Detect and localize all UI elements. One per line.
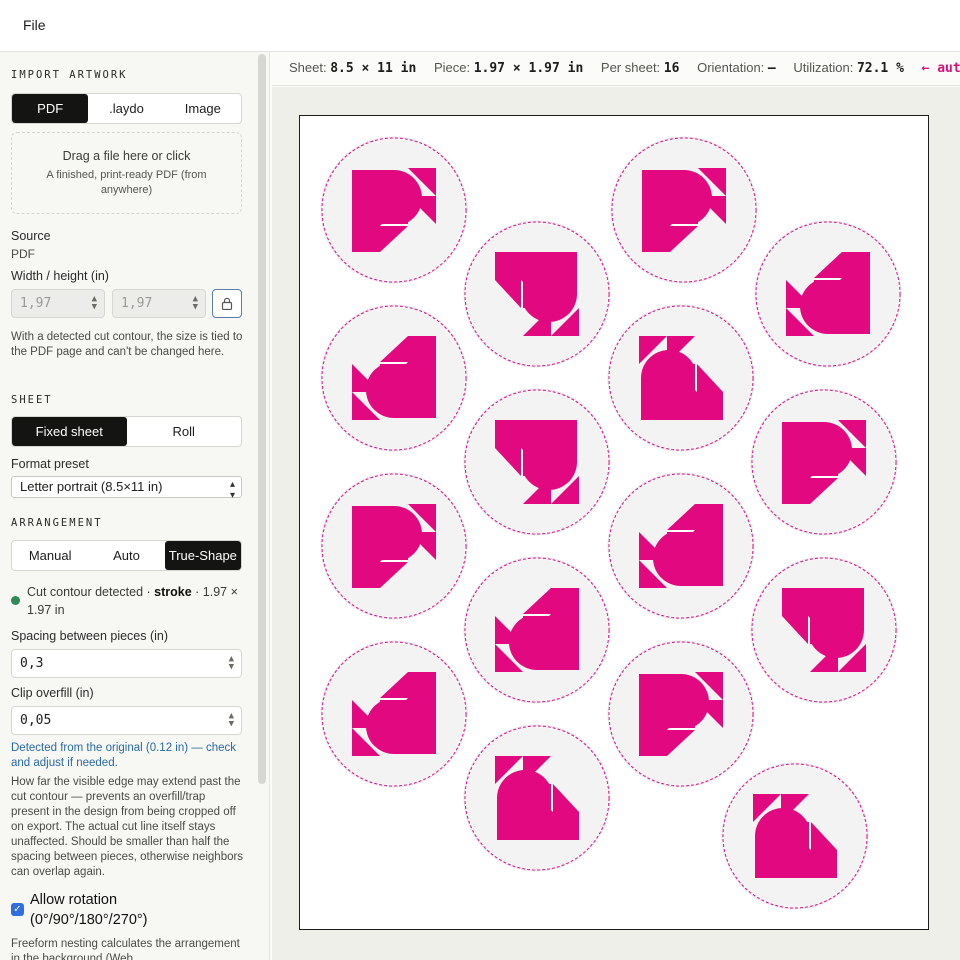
sticker-piece[interactable] [320,640,468,788]
tab-auto[interactable]: Auto [88,541,164,570]
width-value: 1,97 [20,296,52,311]
spacing-stepper-icon[interactable]: ▲ ▼ [229,655,234,672]
tab-laydo[interactable]: .laydo [88,94,164,123]
sticker-piece[interactable] [463,724,611,872]
sheet-info-value: 8.5 × 11 in [330,61,417,76]
sticker-logo-icon [320,304,468,452]
overfill-help: How far the visible edge may extend past… [11,776,244,878]
sticker-piece[interactable] [320,304,468,452]
overfill-label: Clip overfill (in) [11,686,94,700]
sticker-logo-icon [463,220,611,368]
spacing-field[interactable]: 0,3 ▲ ▼ [11,649,242,678]
status-ok-icon [11,596,20,605]
aspect-lock-button[interactable] [212,289,242,318]
import-type-tabs: PDF .laydo Image [11,93,242,124]
sticker-logo-icon [320,136,468,284]
contour-detected-status: Cut contour detected · stroke · 1.97 × 1… [27,585,238,617]
piece-info-label: Piece: [433,60,471,75]
size-label: Width / height (in) [11,269,109,283]
sticker-logo-icon [320,640,468,788]
arrangement-tabs: Manual Auto True-Shape [11,540,242,571]
sidebar-scrollbar[interactable] [258,54,266,784]
sticker-piece[interactable] [721,762,869,910]
orientation-value: — [767,61,776,76]
sticker-piece[interactable] [607,304,755,452]
per-sheet-value: 16 [663,61,680,76]
sticker-logo-icon [754,220,902,368]
width-stepper-icon[interactable]: ▲ ▼ [92,295,97,312]
spacing-value: 0,3 [20,656,44,671]
source-value: PDF [11,247,35,261]
tab-manual[interactable]: Manual [12,541,88,570]
lock-icon [221,297,233,310]
overfill-field[interactable]: 0,05 ▲ ▼ [11,706,242,735]
sheet-info-label: Sheet: [289,60,327,75]
sticker-piece[interactable] [320,136,468,284]
auto-orientation-link[interactable]: ← autom [922,61,960,76]
overfill-stepper-icon[interactable]: ▲ ▼ [229,712,234,729]
size-note: With a detected cut contour, the size is… [11,331,243,358]
spacing-label: Spacing between pieces (in) [11,629,169,643]
width-field[interactable]: 1,97 ▲ ▼ [11,289,105,318]
overfill-detected-note: Detected from the original (0.12 in) — c… [11,742,236,769]
overfill-value: 0,05 [20,713,52,728]
file-dropzone[interactable]: Drag a file here or click A finished, pr… [11,132,242,214]
file-menu[interactable]: File [23,17,46,33]
sheet-section-title: SHEET [11,394,53,406]
allow-rotation-checkbox[interactable]: ✓ [11,903,24,916]
tab-roll[interactable]: Roll [127,417,242,446]
tab-true-shape[interactable]: True-Shape [164,541,241,570]
utilization-label: Utilization: [793,60,854,75]
sticker-logo-icon [463,724,611,872]
per-sheet-label: Per sheet: [600,60,661,75]
sheet-type-tabs: Fixed sheet Roll [11,416,242,447]
tab-image[interactable]: Image [165,94,241,123]
arrangement-section-title: ARRANGEMENT [11,517,103,529]
sidebar: IMPORT ARTWORK PDF .laydo Image Drag a f… [0,52,270,960]
height-value: 1,97 [121,296,153,311]
allow-rotation-label[interactable]: Allow rotation (0°/90°/180°/270°) [30,890,230,930]
sticker-logo-icon [721,762,869,910]
utilization-value: 72.1 % [856,61,904,76]
sticker-piece[interactable] [463,556,611,704]
sheet-info-bar: Sheet: 8.5 × 11 in Piece: 1.97 × 1.97 in… [272,52,960,86]
format-preset-label: Format preset [11,457,89,471]
sticker-piece[interactable] [463,388,611,536]
format-preset-value: Letter portrait (8.5×11 in) [20,479,163,494]
sticker-logo-icon [463,388,611,536]
sticker-logo-icon [610,136,758,284]
sticker-piece[interactable] [750,388,898,536]
sticker-logo-icon [320,472,468,620]
freeform-note: Freeform nesting calculates the arrangem… [11,938,240,960]
dropzone-hint: A finished, print-ready PDF (from anywhe… [46,169,207,196]
sticker-piece[interactable] [607,472,755,620]
height-field[interactable]: 1,97 ▲ ▼ [112,289,206,318]
import-section-title: IMPORT ARTWORK [11,69,128,81]
piece-info-value: 1.97 × 1.97 in [473,61,584,76]
tab-pdf[interactable]: PDF [12,94,89,123]
sticker-piece[interactable] [754,220,902,368]
sticker-piece[interactable] [750,556,898,704]
sticker-piece[interactable] [320,472,468,620]
format-preset-select[interactable]: Letter portrait (8.5×11 in) ▴ ▾ [11,476,242,501]
sticker-logo-icon [750,388,898,536]
sticker-logo-icon [750,556,898,704]
height-stepper-icon[interactable]: ▲ ▼ [193,295,198,312]
dropzone-title: Drag a file here or click [62,149,191,163]
orientation-label: Orientation: [697,60,765,75]
tab-fixed-sheet[interactable]: Fixed sheet [12,417,127,446]
source-label: Source [11,229,51,243]
menu-bar: File [0,0,960,52]
sticker-logo-icon [607,472,755,620]
chevron-updown-icon: ▴ ▾ [229,479,235,501]
sticker-piece[interactable] [610,136,758,284]
sticker-logo-icon [607,304,755,452]
sticker-logo-icon [463,556,611,704]
sticker-piece[interactable] [463,220,611,368]
